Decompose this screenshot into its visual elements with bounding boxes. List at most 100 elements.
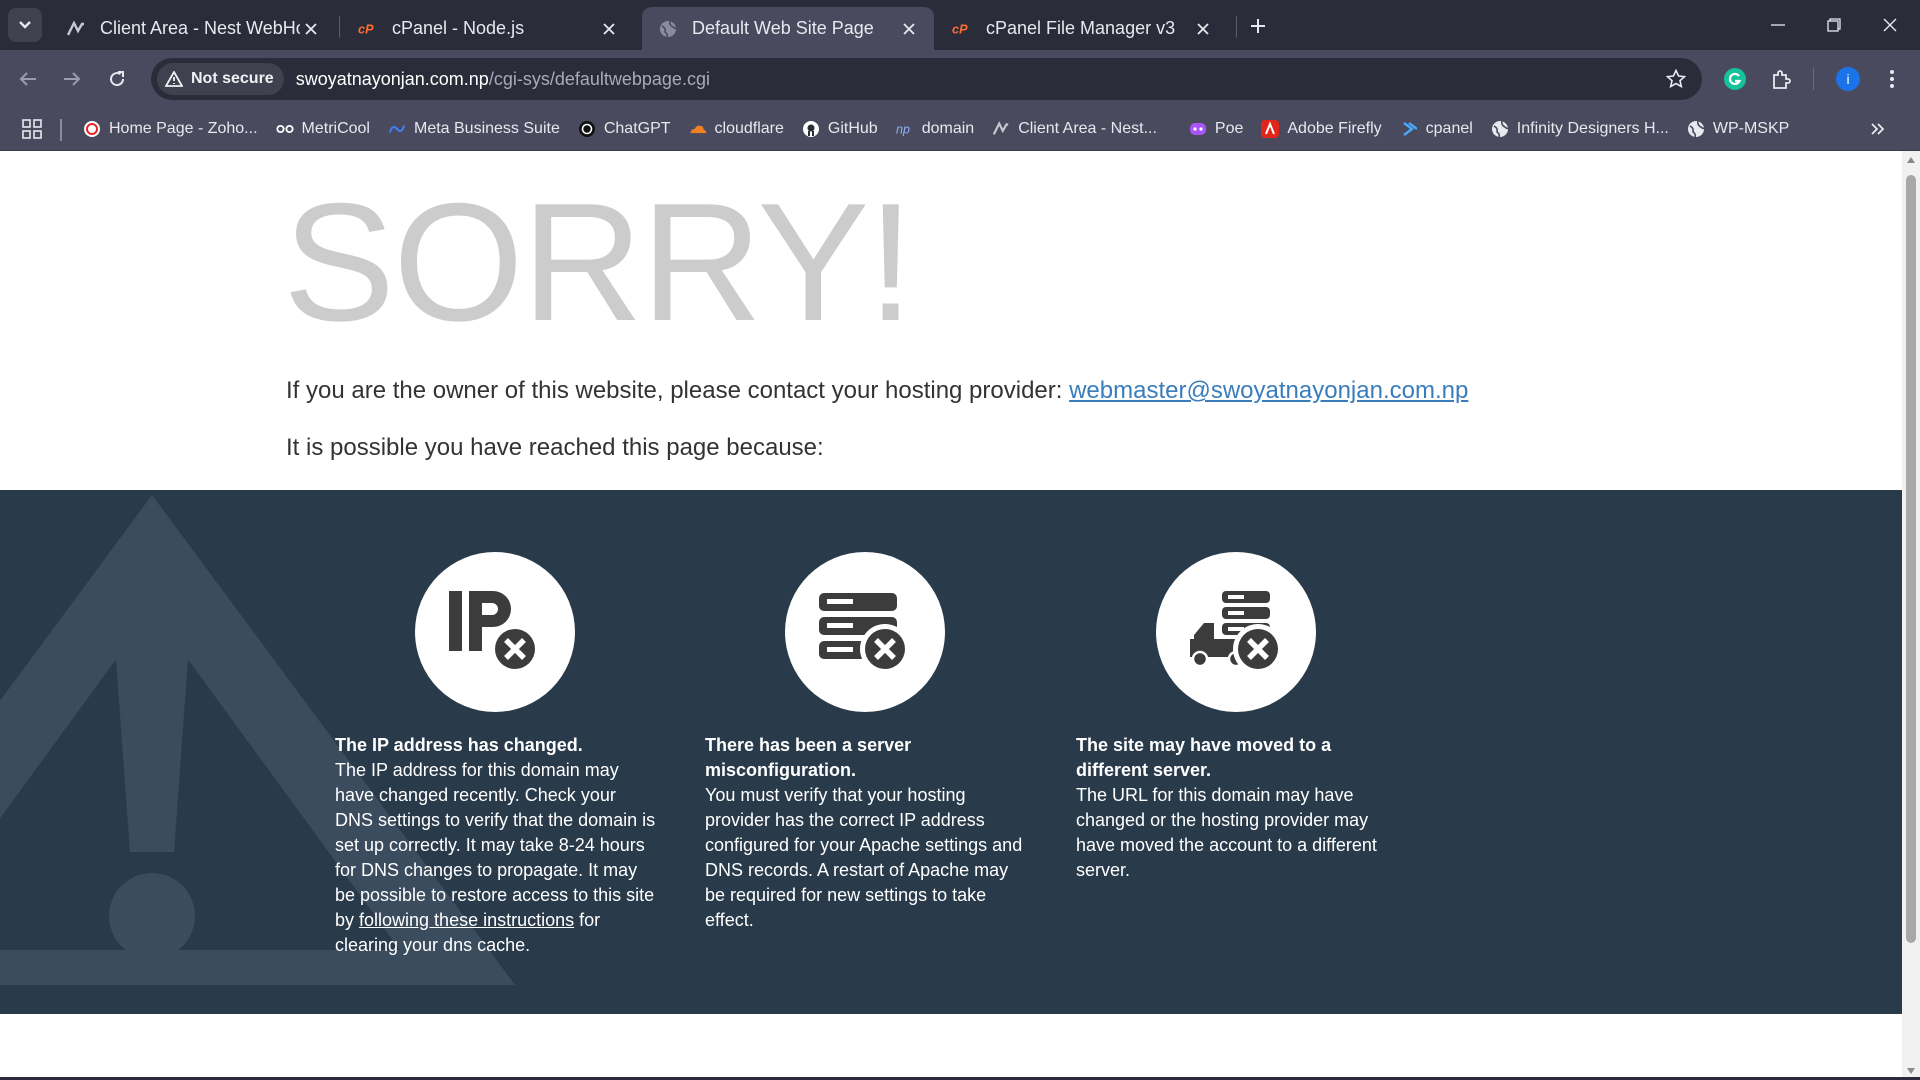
metricool-icon	[275, 120, 294, 138]
profile-button[interactable]: i	[1833, 64, 1863, 94]
tab-default-web-site[interactable]: Default Web Site Page	[642, 7, 934, 50]
bookmark-label: domain	[921, 120, 975, 137]
bookmark-label: Home Page - Zoho...	[109, 120, 258, 137]
tab-cpanel-nodejs[interactable]: cP cPanel - Node.js	[342, 7, 634, 50]
reason-icon-circle	[785, 552, 945, 712]
bookmark-item[interactable]: Poe	[1180, 113, 1252, 145]
domain-icon: np	[896, 120, 914, 138]
reason-text: The IP address has changed. The IP addre…	[335, 733, 657, 958]
meta-icon	[388, 120, 406, 138]
bookmark-label: ChatGPT	[603, 120, 671, 137]
bookmark-item[interactable]: WP-MSKP	[1678, 113, 1798, 145]
plus-icon	[1251, 19, 1265, 33]
url-text[interactable]: swoyatnayonjan.com.np/cgi-sys/defaultweb…	[296, 69, 710, 90]
page-headline: SORRY!	[283, 168, 914, 356]
browser-menu-button[interactable]	[1877, 64, 1907, 94]
apps-button[interactable]	[20, 117, 44, 141]
bookmark-item[interactable]: cloudflare	[680, 113, 793, 145]
reason-text: The site may have moved to a different s…	[1076, 733, 1398, 883]
reload-button[interactable]	[102, 64, 132, 94]
scroll-down-arrow-icon[interactable]	[1906, 1066, 1916, 1076]
grammarly-icon	[1724, 68, 1746, 90]
vertical-scrollbar[interactable]	[1902, 151, 1920, 1080]
cpanel-favicon-icon: cP	[952, 19, 972, 39]
owner-message: If you are the owner of this website, pl…	[286, 377, 1468, 405]
close-icon[interactable]	[898, 18, 920, 40]
bookmark-item[interactable]: Home Page - Zoho...	[74, 113, 267, 145]
zoho-icon	[83, 120, 101, 138]
bookmark-item[interactable]: Client Area - Nest...	[983, 113, 1166, 145]
bookmark-item[interactable]: ChatGPT	[569, 113, 680, 145]
security-label: Not secure	[191, 70, 274, 87]
tab-separator	[339, 16, 340, 38]
close-icon[interactable]	[1192, 18, 1214, 40]
bookmark-label: Meta Business Suite	[413, 120, 560, 137]
cloudflare-icon	[689, 120, 707, 138]
close-window-button[interactable]	[1874, 10, 1906, 40]
puzzle-icon	[1773, 70, 1791, 89]
more-bookmarks-button[interactable]	[1866, 117, 1890, 141]
dns-instructions-link[interactable]: following these instructions	[359, 910, 574, 930]
grammarly-extension-button[interactable]	[1720, 64, 1750, 94]
nest-favicon-icon	[66, 19, 86, 39]
url-domain: swoyatnayonjan.com.np	[295, 68, 489, 89]
bookmark-label: cpanel	[1425, 120, 1473, 137]
tab-cpanel-file-manager[interactable]: cP cPanel File Manager v3	[936, 7, 1228, 50]
bookmark-item[interactable]: Infinity Designers H...	[1482, 113, 1678, 145]
reason-title: The IP address has changed.	[335, 735, 583, 755]
tab-title: Default Web Site Page	[692, 18, 874, 38]
avatar: i	[1836, 67, 1860, 91]
reasons-section: The IP address has changed. The IP addre…	[0, 490, 1902, 1014]
bookmark-label: Infinity Designers H...	[1516, 120, 1669, 137]
bookmark-item[interactable]: Meta Business Suite	[379, 113, 569, 145]
globe-icon	[1491, 120, 1509, 138]
owner-text: If you are the owner of this website, pl…	[286, 377, 1070, 404]
bookmark-item[interactable]: MetriCool	[267, 113, 379, 145]
bookmark-label: cloudflare	[714, 120, 784, 137]
more-vertical-icon	[1890, 70, 1894, 88]
cpanel-bookmark-icon	[1400, 120, 1418, 138]
tab-title: Client Area - Nest WebHost	[100, 18, 300, 38]
reason-body: The IP address for this domain may have …	[335, 760, 656, 930]
new-tab-button[interactable]	[1244, 12, 1272, 40]
globe-icon	[1687, 120, 1705, 138]
bookmarks-bar: Home Page - Zoho... MetriCool Meta Busin…	[0, 107, 1920, 151]
tab-client-area[interactable]: Client Area - Nest WebHost	[50, 7, 336, 50]
ip-error-icon	[449, 591, 540, 674]
bookmark-label: Adobe Firefly	[1287, 120, 1382, 137]
svg-text:np: np	[896, 123, 910, 137]
adobe-icon	[1261, 120, 1280, 138]
bookmark-label: GitHub	[827, 120, 878, 137]
poe-icon	[1189, 120, 1207, 138]
forward-button[interactable]	[57, 64, 87, 94]
chevron-double-right-icon	[1871, 123, 1885, 135]
bookmark-item[interactable]: Adobe Firefly	[1252, 113, 1390, 145]
security-chip[interactable]: Not secure	[157, 63, 284, 95]
reason-title: The site may have moved to a different s…	[1076, 735, 1332, 780]
url-path: /cgi-sys/defaultwebpage.cgi	[488, 68, 710, 89]
scrollbar-thumb[interactable]	[1906, 175, 1916, 943]
restore-icon	[1827, 18, 1841, 32]
back-button[interactable]	[13, 64, 43, 94]
close-icon[interactable]	[300, 18, 322, 40]
reload-icon	[110, 71, 125, 87]
bookmarks-separator	[60, 119, 62, 141]
bookmark-star-button[interactable]	[1664, 67, 1688, 91]
extensions-button[interactable]	[1767, 64, 1797, 94]
bookmark-item[interactable]: cpanel	[1391, 113, 1482, 145]
bookmark-item[interactable]: np domain	[887, 113, 983, 145]
tab-search-button[interactable]	[8, 8, 42, 42]
nest-favicon-icon	[992, 120, 1010, 138]
server-moved-icon	[1190, 591, 1283, 674]
minimize-button[interactable]	[1762, 10, 1794, 40]
scroll-up-arrow-icon[interactable]	[1906, 155, 1916, 165]
address-bar[interactable]: Not secure swoyatnayonjan.com.np/cgi-sys…	[151, 58, 1702, 100]
webmaster-email-link[interactable]: webmaster@swoyatnayonjan.com.np	[1069, 377, 1468, 404]
restore-button[interactable]	[1818, 10, 1850, 40]
close-icon[interactable]	[598, 18, 620, 40]
tab-title: cPanel File Manager v3	[986, 18, 1176, 38]
bookmark-item[interactable]: GitHub	[793, 113, 887, 145]
browser-toolbar: Not secure swoyatnayonjan.com.np/cgi-sys…	[0, 50, 1920, 107]
svg-text:cP: cP	[358, 22, 374, 36]
github-icon	[802, 120, 820, 138]
